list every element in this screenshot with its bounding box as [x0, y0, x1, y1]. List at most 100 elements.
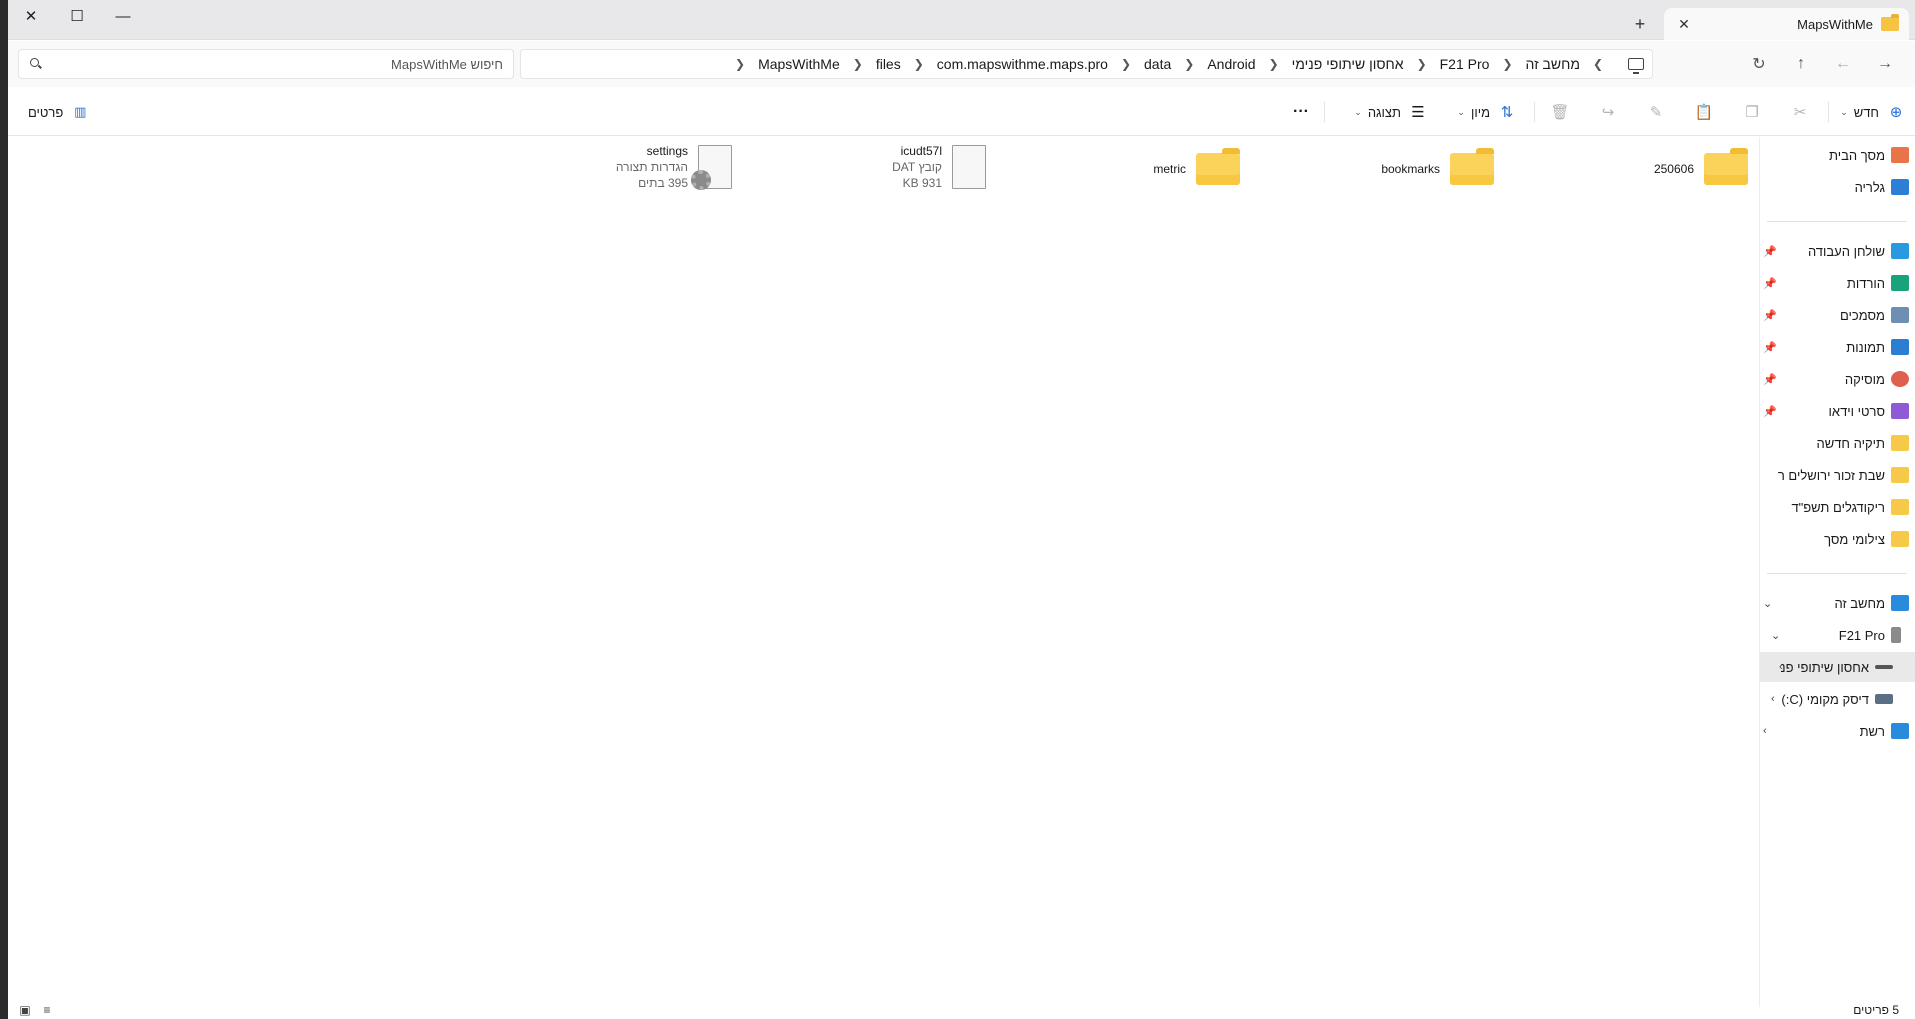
new-button[interactable]: ⊕ חדש ⌄ [1840, 100, 1907, 124]
sidebar-item-label: מסך הבית [1829, 147, 1885, 163]
desktop-icon [1891, 243, 1909, 259]
sidebar-item-pictures[interactable]: תמונות 📌 [1760, 332, 1915, 362]
breadcrumb-mapswithme[interactable]: MapsWithMe [758, 56, 840, 72]
folder-item-bookmarks[interactable]: bookmarks [1254, 145, 1494, 193]
folder-icon [1704, 148, 1748, 185]
sort-label: מיון [1470, 104, 1490, 120]
sidebar-item-this-pc[interactable]: מחשב זה ⌄ [1760, 588, 1915, 618]
breadcrumb-android[interactable]: Android [1207, 56, 1255, 72]
chevron-right-icon[interactable]: › [1779, 661, 1783, 673]
sidebar-item-label: רשת [1859, 723, 1885, 739]
sidebar-item-label: מסמכים [1839, 307, 1885, 323]
details-pane-icon: ▥ [74, 104, 87, 119]
chevron-icon: ❮ [735, 57, 746, 71]
sidebar-item-documents[interactable]: מסמכים 📌 [1760, 300, 1915, 330]
share-icon: ↪ [1601, 104, 1615, 121]
file-type: קובץ DAT [892, 160, 942, 174]
tab-close-button[interactable]: ✕ [1674, 14, 1694, 34]
sidebar-item-label: תיקיה חדשה [1816, 435, 1886, 451]
gear-icon [691, 170, 711, 190]
sidebar-item-gallery[interactable]: גלריה [1760, 172, 1915, 202]
folder-item-metric[interactable]: metric [1000, 145, 1240, 193]
sidebar-item-music[interactable]: מוסיקה 📌 [1760, 364, 1915, 394]
paste-button[interactable]: 📋 [1693, 100, 1715, 124]
trash-icon: 🗑 [1550, 104, 1570, 121]
folder-icon [1450, 148, 1494, 185]
refresh-button[interactable]: ↻ [1744, 51, 1774, 77]
divider [1767, 221, 1907, 222]
file-name: bookmarks [1381, 162, 1440, 176]
forward-button[interactable]: ← [1828, 51, 1858, 77]
view-button[interactable]: ☰ תצוגה ⌄ [1354, 100, 1429, 124]
new-tab-button[interactable]: + [1626, 12, 1654, 36]
file-icon [952, 145, 986, 189]
chevron-down-icon: ⌄ [1354, 106, 1362, 117]
file-item-icudt57l[interactable]: icudt57l קובץ DAT 931 KB [746, 143, 986, 191]
sidebar-item-new-folder[interactable]: תיקיה חדשה [1760, 428, 1915, 458]
sidebar-item-internal-storage[interactable]: אחסון שיתופי פנ › [1760, 652, 1915, 682]
sidebar-item-desktop[interactable]: שולחן העבודה 📌 [1760, 236, 1915, 266]
file-item-settings[interactable]: settings הגדרות תצורה 395 בתים [492, 143, 732, 191]
file-type: הגדרות תצורה [615, 160, 688, 174]
sidebar-item-screenshots[interactable]: צילומי מסך [1760, 524, 1915, 554]
scissors-icon: ✂ [1793, 104, 1807, 121]
tab-mapswithme[interactable]: MapsWithMe ✕ [1664, 8, 1909, 40]
close-icon: ✕ [24, 8, 38, 25]
file-list[interactable]: 250606 bookmarks metric icudt57l קובץ DA… [8, 137, 1759, 1007]
sort-button[interactable]: ⇅ מיון ⌄ [1457, 100, 1518, 124]
pin-icon[interactable]: 📌 [1763, 405, 1777, 418]
pin-icon[interactable]: 📌 [1763, 277, 1777, 290]
sidebar-item-folder-rikudgalim[interactable]: ריקודגלים תשפ"ד [1760, 492, 1915, 522]
breadcrumb-internal-storage[interactable]: אחסון שיתופי פנימי [1292, 56, 1404, 72]
storage-icon [1875, 665, 1893, 669]
minimize-button[interactable]: — [100, 0, 146, 32]
rename-button[interactable]: ✎ [1645, 100, 1667, 124]
chevron-right-icon[interactable]: › [1771, 693, 1775, 705]
file-size: 931 KB [902, 176, 942, 190]
delete-button[interactable]: 🗑 [1549, 100, 1571, 124]
chevron-down-icon[interactable]: ⌄ [1763, 597, 1772, 610]
search-box[interactable]: חיפוש MapsWithMe [18, 49, 514, 79]
sidebar-item-label: F21 Pro [1838, 627, 1885, 643]
maximize-button[interactable]: ☐ [54, 0, 100, 32]
search-input[interactable]: חיפוש MapsWithMe [51, 57, 503, 72]
up-button[interactable]: ↑ [1786, 51, 1816, 77]
breadcrumb-files[interactable]: files [876, 56, 901, 72]
pin-icon[interactable]: 📌 [1763, 341, 1777, 354]
this-pc-icon [1891, 595, 1909, 611]
tiles-view-button[interactable]: ▣ [18, 1003, 32, 1017]
details-view-button[interactable]: ≡ [40, 1003, 54, 1017]
sidebar-item-local-disk[interactable]: דיסק מקומי (C:) › [1760, 684, 1915, 714]
breadcrumb-f21-pro[interactable]: F21 Pro [1440, 56, 1490, 72]
close-window-button[interactable]: ✕ [8, 0, 54, 32]
details-pane-button[interactable]: ▥ פרטים [28, 100, 91, 124]
folder-item-250606[interactable]: 250606 [1508, 145, 1748, 193]
cut-button[interactable]: ✂ [1789, 100, 1811, 124]
sidebar-item-f21-pro[interactable]: F21 Pro ⌄ [1760, 620, 1915, 650]
back-button[interactable]: → [1870, 51, 1900, 77]
sidebar-item-videos[interactable]: סרטי וידאו 📌 [1760, 396, 1915, 426]
download-icon [1891, 275, 1909, 291]
settings-file-icon [691, 145, 732, 190]
chevron-right-icon[interactable]: › [1763, 725, 1767, 737]
breadcrumb-sep-icon: ❯ [1592, 57, 1603, 71]
sidebar-item-label: שבת זכור ירושלים ר [1777, 467, 1885, 483]
sort-icon: ⇅ [1500, 104, 1514, 121]
share-button[interactable]: ↪ [1597, 100, 1619, 124]
chevron-down-icon[interactable]: ⌄ [1771, 629, 1780, 642]
address-bar[interactable]: ❯ מחשב זה ❮ F21 Pro ❮ אחסון שיתופי פנימי… [520, 49, 1653, 79]
pin-icon[interactable]: 📌 [1763, 309, 1777, 322]
sidebar-item-network[interactable]: רשת › [1760, 716, 1915, 746]
copy-button[interactable]: ❐ [1741, 100, 1763, 124]
sidebar-item-home[interactable]: מסך הבית [1760, 140, 1915, 170]
more-options-button[interactable]: ··· [1293, 100, 1309, 124]
sidebar-item-downloads[interactable]: הורדות 📌 [1760, 268, 1915, 298]
breadcrumb-data[interactable]: data [1144, 56, 1171, 72]
pin-icon[interactable]: 📌 [1763, 373, 1777, 386]
breadcrumb-package[interactable]: com.mapswithme.maps.pro [937, 56, 1108, 72]
refresh-icon: ↻ [1752, 56, 1766, 73]
breadcrumb-this-pc[interactable]: מחשב זה [1526, 56, 1580, 72]
sidebar-item-folder-shabbat[interactable]: שבת זכור ירושלים ר [1760, 460, 1915, 490]
pin-icon[interactable]: 📌 [1763, 245, 1777, 258]
search-icon [29, 57, 43, 71]
